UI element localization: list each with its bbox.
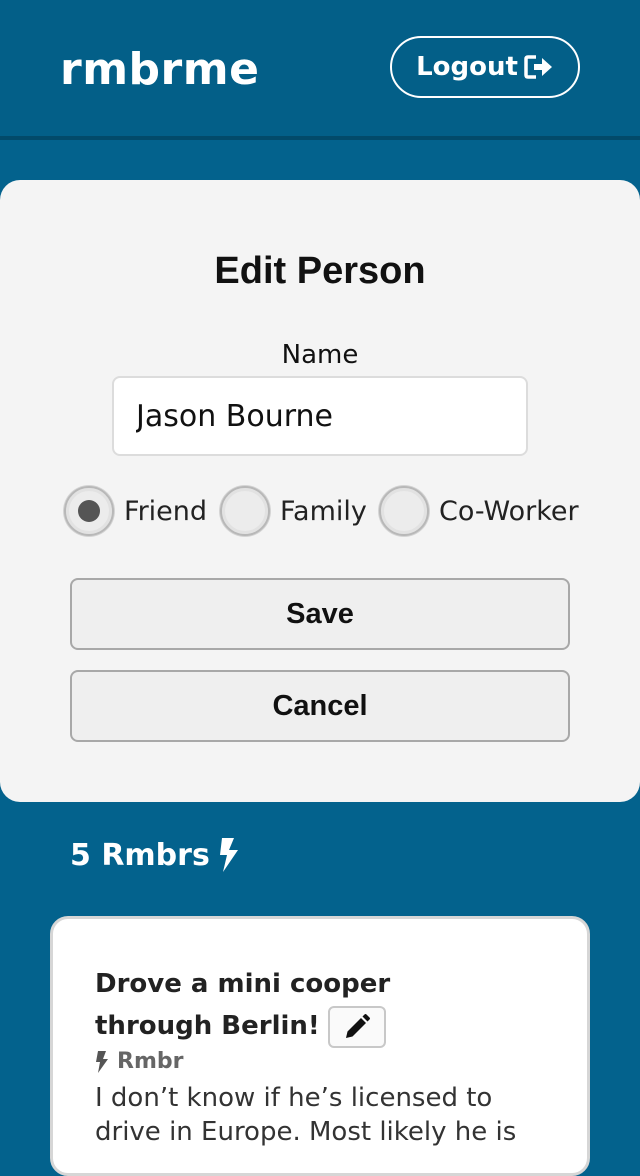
top-bar: rmbrme Logout [0, 0, 640, 140]
radio-family[interactable]: Family [220, 486, 367, 536]
radio-button[interactable] [379, 486, 429, 536]
bolt-icon [219, 838, 238, 872]
radio-co-worker[interactable]: Co-Worker [379, 486, 579, 536]
logout-button[interactable]: Logout [390, 36, 580, 98]
radio-dot [78, 500, 100, 522]
edit-rmbr-button[interactable] [327, 1005, 386, 1048]
rmbr-type: Rmbr [95, 1049, 183, 1074]
rmbr-count: 5 Rmbrs [70, 832, 240, 878]
radio-label-family: Family [280, 495, 367, 527]
name-input[interactable] [112, 376, 528, 456]
rmbr-count-label: 5 Rmbrs [70, 837, 210, 873]
sign-out-icon [524, 55, 552, 79]
rmbr-body: I don’t know if he’s licensed to drive i… [95, 1083, 517, 1147]
edit-person-card: Edit Person Name Friend Family Co-Worker… [0, 180, 640, 802]
relationship-radio-group: Friend Family Co-Worker [0, 486, 640, 546]
pencil-icon [345, 1013, 370, 1038]
cancel-button[interactable]: Cancel [70, 670, 570, 742]
radio-label-co-worker: Co-Worker [439, 495, 579, 527]
radio-label-friend: Friend [124, 495, 208, 527]
save-button[interactable]: Save [70, 578, 570, 650]
radio-friend[interactable]: Friend [64, 486, 207, 536]
rmbr-type-label: Rmbr [117, 1049, 184, 1074]
bolt-icon [96, 1050, 108, 1073]
rmbr-title-block: Drove a mini cooper through Berlin! [95, 963, 515, 1048]
logout-label: Logout [416, 52, 518, 82]
app-brand: rmbrme [60, 44, 260, 95]
radio-button-selected[interactable] [64, 486, 114, 536]
name-label: Name [281, 340, 359, 370]
rmbr-card: Drove a mini cooper through Berlin! Rmbr… [50, 916, 590, 1176]
radio-button[interactable] [220, 486, 270, 536]
page-title: Edit Person [214, 250, 426, 292]
